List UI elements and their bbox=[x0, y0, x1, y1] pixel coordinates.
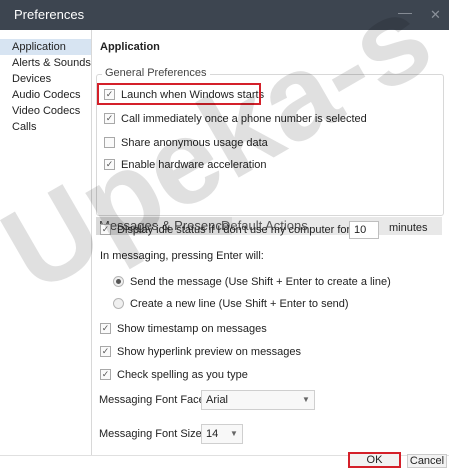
spell-check-label: Check spelling as you type bbox=[117, 369, 248, 381]
highlight-launch-box bbox=[97, 83, 261, 105]
sidebar-item-alerts-sounds[interactable]: Alerts & Sounds bbox=[0, 55, 91, 71]
close-button[interactable]: ✕ bbox=[430, 7, 441, 23]
call-immediately-checkbox[interactable]: ✓ bbox=[104, 113, 115, 124]
font-size-select[interactable]: 14 ▼ bbox=[201, 424, 243, 444]
show-timestamp-label: Show timestamp on messages bbox=[117, 323, 267, 335]
font-face-value: Arial bbox=[206, 394, 229, 406]
hyperlink-preview-label: Show hyperlink preview on messages bbox=[117, 346, 302, 358]
title-bar: Preferences — ✕ bbox=[0, 0, 449, 30]
sidebar-item-calls[interactable]: Calls bbox=[0, 119, 91, 135]
font-size-label: Messaging Font Size: bbox=[99, 428, 205, 440]
sidebar-item-application[interactable]: Application bbox=[0, 39, 91, 55]
sidebar-item-label: Audio Codecs bbox=[12, 89, 81, 101]
share-usage-checkbox[interactable] bbox=[104, 137, 115, 148]
idle-minutes-input[interactable]: 10 bbox=[349, 221, 379, 239]
sidebar-item-label: Calls bbox=[12, 121, 37, 133]
send-message-radio[interactable] bbox=[113, 276, 124, 287]
new-line-radio[interactable] bbox=[113, 298, 124, 309]
sidebar-item-label: Devices bbox=[12, 73, 52, 85]
enter-behavior-label: In messaging, pressing Enter will: bbox=[100, 250, 264, 262]
main-panel: Application General Preferences ✓ Launch… bbox=[92, 30, 449, 455]
minimize-button[interactable]: — bbox=[398, 4, 412, 20]
sidebar: Application Alerts & Sounds Devices Audi… bbox=[0, 30, 92, 455]
sidebar-item-label: Video Codecs bbox=[12, 105, 81, 117]
ok-button[interactable]: OK bbox=[348, 452, 401, 468]
general-preferences-legend: General Preferences bbox=[102, 67, 210, 79]
spell-check-checkbox[interactable]: ✓ bbox=[100, 369, 111, 380]
show-timestamp-checkbox[interactable]: ✓ bbox=[100, 323, 111, 334]
font-size-value: 14 bbox=[206, 428, 219, 440]
page-title: Application bbox=[100, 41, 160, 53]
hardware-acceleration-checkbox[interactable]: ✓ bbox=[104, 159, 115, 170]
sidebar-item-audio-codecs[interactable]: Audio Codecs bbox=[0, 87, 91, 103]
cancel-button[interactable]: Cancel bbox=[407, 454, 447, 468]
sidebar-item-label: Alerts & Sounds bbox=[12, 57, 91, 69]
share-usage-label: Share anonymous usage data bbox=[121, 137, 268, 149]
font-face-label: Messaging Font Face: bbox=[99, 394, 208, 406]
call-immediately-label: Call immediately once a phone number is … bbox=[121, 113, 367, 125]
sidebar-item-devices[interactable]: Devices bbox=[0, 71, 91, 87]
send-message-label: Send the message (Use Shift + Enter to c… bbox=[130, 276, 391, 288]
hardware-acceleration-label: Enable hardware acceleration bbox=[121, 159, 267, 171]
idle-status-checkbox[interactable]: ✓ bbox=[100, 224, 111, 235]
sidebar-item-label: Application bbox=[12, 41, 66, 53]
font-face-select[interactable]: Arial ▼ bbox=[201, 390, 315, 410]
idle-status-label: Display idle status if I don't use my co… bbox=[117, 224, 354, 236]
chevron-down-icon: ▼ bbox=[230, 429, 238, 438]
hyperlink-preview-checkbox[interactable]: ✓ bbox=[100, 346, 111, 357]
sidebar-item-video-codecs[interactable]: Video Codecs bbox=[0, 103, 91, 119]
new-line-label: Create a new line (Use Shift + Enter to … bbox=[130, 298, 349, 310]
chevron-down-icon: ▼ bbox=[302, 395, 310, 404]
idle-minutes-unit: minutes bbox=[389, 222, 428, 234]
window-title: Preferences bbox=[14, 7, 85, 22]
